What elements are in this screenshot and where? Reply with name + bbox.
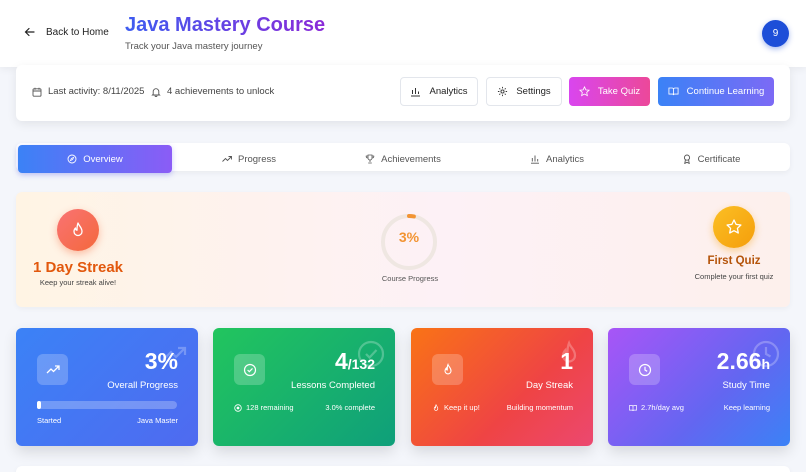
day-streak-card: 1 Day Streak Keep it up! Building moment… (411, 328, 593, 446)
compass-icon (67, 154, 77, 164)
take-quiz-label: Take Quiz (597, 86, 641, 97)
tab-overview-label: Overview (83, 153, 123, 165)
page-subtitle: Track your Java mastery journey (125, 41, 263, 52)
achievements-notice: 4 achievements to unlock (151, 86, 274, 97)
streak-subtitle: Keep your streak alive! (39, 278, 117, 287)
progress-end-label: Java Master (137, 416, 178, 425)
day-streak-value: 1 (560, 348, 573, 374)
bar-chart-icon (530, 155, 539, 164)
trophy-icon (365, 154, 375, 164)
settings-button-label: Settings (516, 86, 551, 97)
study-time-card: 2.66h Study Time 2.7h/day avg Keep learn… (608, 328, 790, 446)
day-streak-label: Day Streak (526, 380, 573, 391)
tab-overview[interactable]: Overview (18, 145, 172, 173)
lessons-remaining-text: 128 remaining (246, 403, 294, 412)
trending-up-icon (222, 156, 232, 162)
streak-title: 1 Day Streak (32, 259, 124, 276)
course-progress-label: Course Progress (381, 274, 439, 283)
study-average-text: 2.7h/day avg (641, 403, 684, 412)
overall-progress-label: Overall Progress (107, 380, 178, 391)
study-encourage: Keep learning (723, 403, 770, 412)
star-icon (726, 219, 742, 234)
bell-icon (151, 87, 161, 97)
bar-chart-icon (411, 88, 421, 97)
book-icon (668, 87, 679, 96)
clock-icon (638, 363, 651, 376)
tab-analytics-label: Analytics (545, 153, 584, 165)
study-time-value: 2.66h (717, 348, 770, 375)
last-activity: Last activity: 8/11/2025 (32, 86, 144, 97)
tab-achievements-label: Achievements (381, 153, 441, 165)
take-quiz-button[interactable]: Take Quiz (569, 77, 650, 106)
achievements-text: 4 achievements to unlock (167, 86, 275, 97)
page-header: Back to Home Java Mastery Course Track y… (0, 0, 806, 67)
page-title: Java Mastery Course (125, 14, 326, 36)
tab-certificate[interactable]: Certificate (634, 145, 788, 173)
continue-learning-button[interactable]: Continue Learning (658, 77, 774, 106)
settings-button[interactable]: Settings (486, 77, 562, 106)
book-icon (629, 404, 637, 411)
streak-momentum: Building momentum (506, 403, 573, 412)
lessons-icon-box (234, 354, 265, 385)
last-activity-text: Last activity: 8/11/2025 (48, 86, 145, 97)
quiz-title: First Quiz (707, 255, 761, 267)
progress-icon-box (37, 354, 68, 385)
lessons-completed-label: Lessons Completed (291, 380, 375, 391)
overall-progress-bar (37, 401, 177, 409)
tab-achievements[interactable]: Achievements (326, 145, 480, 173)
lessons-total: /132 (347, 356, 375, 372)
tab-progress[interactable]: Progress (172, 145, 326, 173)
continue-learning-label: Continue Learning (686, 86, 765, 97)
star-icon (578, 86, 590, 97)
lessons-completed-value: 4/132 (335, 348, 375, 375)
flame-icon (73, 222, 83, 237)
highlights-panel: 1 Day Streak Keep your streak alive! 3% … (16, 192, 790, 307)
overall-progress-value: 3% (144, 348, 178, 374)
tab-bar: Overview Progress Achievements Analytics… (16, 143, 790, 173)
lessons-remaining: 128 remaining (234, 403, 294, 412)
toolbar: Last activity: 8/11/2025 4 achievements … (16, 65, 790, 121)
streak-encourage-text: Keep it up! (444, 403, 480, 412)
tab-certificate-label: Certificate (697, 153, 741, 165)
arrow-left-icon (24, 27, 35, 37)
study-icon-box (629, 354, 660, 385)
analytics-button[interactable]: Analytics (400, 77, 478, 106)
quiz-badge (713, 206, 755, 248)
analytics-button-label: Analytics (429, 86, 468, 97)
lessons-completed-card: 4/132 Lessons Completed 128 remaining 3.… (213, 328, 395, 446)
quiz-subtitle: Complete your first quiz (694, 272, 774, 281)
back-to-home-link[interactable]: Back to Home (24, 26, 109, 38)
lessons-complete-percent: 3.0% complete (325, 403, 375, 412)
flame-icon (433, 403, 439, 411)
study-average: 2.7h/day avg (629, 403, 684, 412)
target-icon (234, 403, 242, 412)
back-label: Back to Home (46, 26, 109, 38)
overall-progress-fill (37, 401, 42, 409)
lower-panel (16, 466, 790, 472)
flame-icon (443, 362, 452, 374)
lessons-count: 4 (334, 348, 348, 374)
avatar[interactable]: 9 (762, 20, 789, 47)
study-hours: 2.66 (716, 348, 762, 374)
streak-icon-box (432, 354, 463, 385)
award-icon (683, 154, 690, 164)
calendar-icon (32, 87, 42, 97)
streak-encourage: Keep it up! (432, 403, 480, 412)
progress-start-label: Started (37, 416, 62, 425)
streak-badge (57, 209, 99, 251)
gear-icon (498, 86, 508, 97)
course-progress-value: 3% (398, 229, 420, 245)
overall-progress-card: 3% Overall Progress Started Java Master (16, 328, 198, 446)
check-circle-icon (243, 363, 256, 376)
tab-analytics[interactable]: Analytics (480, 145, 634, 173)
study-unit: h (761, 356, 770, 372)
study-time-label: Study Time (722, 380, 770, 391)
tab-progress-label: Progress (237, 153, 276, 165)
trending-up-icon (46, 364, 60, 373)
